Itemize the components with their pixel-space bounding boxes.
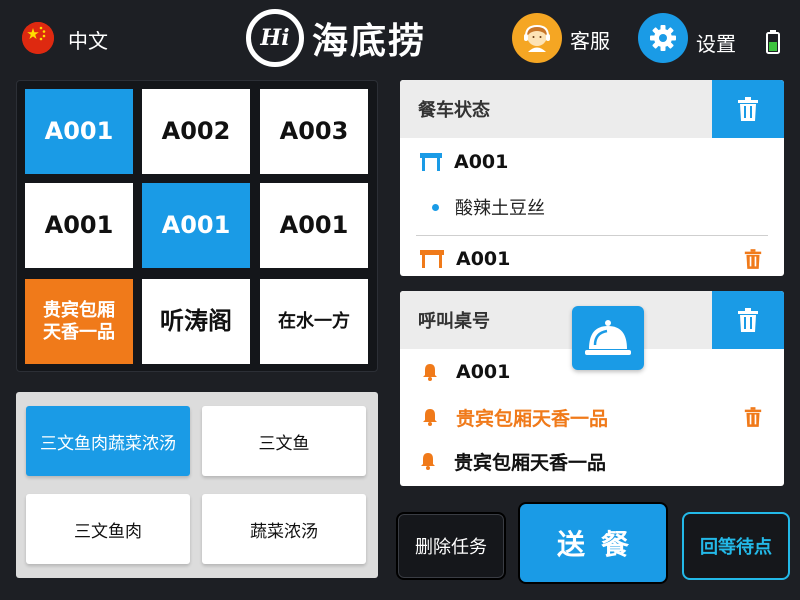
table-tile[interactable]: 听涛阁 [142, 279, 250, 364]
table-tile-vip[interactable]: 贵宾包厢天香一品 [25, 279, 133, 364]
dish-button[interactable]: 三文鱼肉蔬菜浓汤 [26, 406, 190, 476]
logo-text: 海底捞 [312, 21, 427, 62]
cart-dish-label: 酸辣土豆丝 [455, 198, 545, 219]
brand-logo: Hi 海底捞 [246, 8, 426, 68]
table-tile[interactable]: A002 [142, 89, 250, 174]
cart-status-card: 餐车状态 A001 酸辣土豆丝 A001 [400, 80, 784, 276]
call-row[interactable]: 贵宾包厢天香一品 [400, 441, 784, 481]
table-tile[interactable]: A001 [142, 183, 250, 268]
call-label: A001 [456, 361, 511, 383]
return-to-waiting-point-button[interactable]: 回等待点 [682, 512, 790, 580]
table-tile[interactable]: A001 [25, 89, 133, 174]
customer-service-label[interactable]: 客服 [570, 25, 610, 54]
bell-icon [423, 409, 437, 426]
cart-dish-row: 酸辣土豆丝 [400, 187, 784, 227]
top-bar: 中文 Hi 海底捞 客服 设置 [0, 0, 800, 78]
table-tile[interactable]: A003 [260, 89, 368, 174]
bell-icon [423, 364, 437, 381]
clear-cart-button[interactable] [712, 80, 784, 138]
call-row[interactable]: 贵宾包厢天香一品 [400, 397, 784, 437]
cloche-icon[interactable] [572, 306, 644, 370]
delete-task-button[interactable]: 删除任务 [396, 512, 506, 580]
customer-service-icon[interactable] [512, 13, 562, 63]
table-tile[interactable]: A001 [25, 183, 133, 268]
settings-gear-icon[interactable] [638, 13, 688, 63]
cart-table-row[interactable]: A001 [400, 142, 784, 182]
cart-table-row[interactable]: A001 [400, 239, 784, 276]
trash-icon [738, 97, 758, 121]
bullet-icon [432, 203, 439, 211]
trash-icon[interactable] [744, 407, 762, 427]
call-label: 贵宾包厢天香一品 [454, 451, 607, 474]
cart-table-label: A001 [456, 248, 511, 270]
call-table-title: 呼叫桌号 [418, 311, 490, 332]
cart-status-header: 餐车状态 [400, 80, 784, 138]
trash-icon[interactable] [744, 249, 762, 269]
table-tile[interactable]: A001 [260, 183, 368, 268]
table-grid: A001 A002 A003 A001 A001 A001 贵宾包厢天香一品 听… [16, 80, 378, 372]
table-icon [420, 250, 444, 268]
battery-icon [766, 30, 780, 58]
dish-button[interactable]: 蔬菜浓汤 [202, 494, 366, 564]
send-meal-button[interactable]: 送餐 [518, 502, 668, 584]
language-label[interactable]: 中文 [68, 25, 108, 54]
table-tile[interactable]: 在水一方 [260, 279, 368, 364]
cart-divider [416, 235, 768, 236]
dish-button[interactable]: 三文鱼肉 [26, 494, 190, 564]
cart-status-title: 餐车状态 [418, 100, 490, 121]
dish-panel: 三文鱼肉蔬菜浓汤 三文鱼 三文鱼肉 蔬菜浓汤 [16, 392, 378, 578]
bell-icon [421, 453, 435, 470]
clear-calls-button[interactable] [712, 291, 784, 349]
logo-mark: Hi [246, 9, 304, 67]
china-flag-icon[interactable] [22, 22, 54, 54]
table-icon [420, 153, 442, 171]
dish-button[interactable]: 三文鱼 [202, 406, 366, 476]
call-label: 贵宾包厢天香一品 [456, 407, 609, 430]
trash-icon [738, 308, 758, 332]
settings-label[interactable]: 设置 [696, 28, 736, 57]
cart-table-label: A001 [454, 151, 509, 173]
